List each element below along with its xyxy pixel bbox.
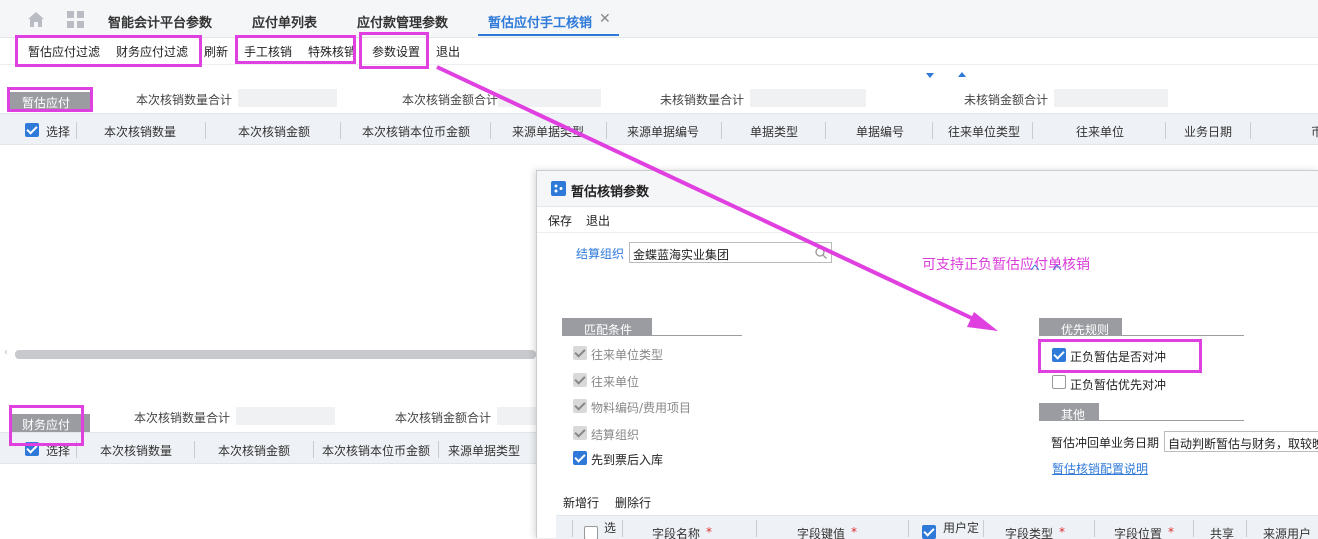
field-col-position-required: * — [1168, 525, 1174, 539]
field-col-select: 选 — [604, 521, 617, 535]
estimate-writeoff-params-dialog: 暂估核销参数 保存 退出 结算组织 金蝶蓝海实业集团 匹配条件 往来单位类型 往… — [536, 170, 1318, 539]
writeback-date-select[interactable]: 自动判断暂估与财务，取较晚 — [1164, 431, 1318, 452]
summary-unwritten-qty-value — [750, 89, 866, 107]
field-col-name-required: * — [706, 525, 712, 539]
match-material-checkbox[interactable] — [573, 399, 587, 413]
dialog-save-button[interactable]: 保存 — [548, 212, 572, 229]
add-row-button[interactable]: 新增行 — [563, 494, 599, 511]
collapse-down-icon[interactable] — [926, 73, 934, 78]
grid-icon[interactable] — [67, 11, 84, 28]
col-doc-type: 单据类型 — [750, 125, 799, 139]
field-col-name: 字段名称 — [652, 527, 701, 539]
bottom-summary-amount-label: 本次核销金额合计 — [395, 411, 492, 425]
highlight-offset-option — [1038, 339, 1202, 373]
col-select: 选择 — [46, 125, 71, 139]
close-icon[interactable]: ✕ — [599, 11, 611, 27]
field-col-key: 字段键值 — [797, 527, 846, 539]
delete-row-button[interactable]: 删除行 — [615, 494, 651, 511]
bottom-summary-qty-value — [236, 407, 335, 425]
invoice-before-receipt-label: 先到票后入库 — [591, 453, 664, 467]
field-col-key-required: * — [851, 525, 857, 539]
match-partner-type-label: 往来单位类型 — [591, 348, 664, 362]
settlement-org-value: 金蝶蓝海实业集团 — [633, 248, 730, 262]
writeback-date-label: 暂估冲回单业务日期 — [1051, 436, 1160, 450]
refresh-button[interactable]: 刷新 — [204, 43, 228, 60]
dialog-exit-button[interactable]: 退出 — [586, 212, 610, 229]
match-org-checkbox[interactable] — [573, 426, 587, 440]
col-biz-date: 业务日期 — [1184, 125, 1233, 139]
horizontal-scrollbar[interactable] — [15, 350, 536, 359]
field-col-type-required: * — [1059, 525, 1065, 539]
summary-unwritten-amount-label: 未核销金额合计 — [964, 93, 1049, 107]
col-amount: 本次核销金额 — [238, 125, 311, 139]
field-grid-header: 选 字段名称 * 字段键值 * 用户定 字段类型 * 字段位置 * 共享 来源用… — [556, 515, 1318, 539]
invoice-before-receipt-checkbox[interactable] — [573, 451, 587, 465]
field-col-position: 字段位置 — [1114, 527, 1163, 539]
bottom-col-source-type: 来源单据类型 — [448, 444, 521, 458]
prefer-offset-label: 正负暂估优先对冲 — [1070, 378, 1167, 392]
highlight-settings-button — [359, 32, 429, 69]
col-local-amount: 本次核销本位币金额 — [362, 125, 471, 139]
summary-qty-value — [238, 89, 337, 107]
dialog-titlebar — [537, 171, 1318, 207]
col-doc-no: 单据编号 — [856, 125, 905, 139]
field-col-source-user: 来源用户 — [1263, 527, 1312, 539]
highlight-finance-tag — [9, 405, 84, 446]
search-icon[interactable] — [815, 247, 827, 259]
summary-amount-label: 本次核销金额合计 — [402, 93, 499, 107]
highlight-writeoff-buttons — [235, 35, 356, 64]
match-partner-label: 往来单位 — [591, 375, 640, 389]
field-select-all-checkbox[interactable] — [584, 526, 598, 539]
tab-bar: 智能会计平台参数 应付单列表 应付款管理参数 暂估应付手工核销 ✕ — [0, 0, 1318, 38]
bottom-col-local-amount: 本次核销本位币金额 — [322, 444, 431, 458]
tab-ai-accounting-params[interactable]: 智能会计平台参数 — [108, 12, 212, 31]
tab-payable-params[interactable]: 应付款管理参数 — [357, 12, 448, 31]
match-conditions-header: 匹配条件 — [562, 318, 652, 337]
summary-unwritten-amount-value — [1054, 89, 1168, 107]
bottom-col-qty: 本次核销数量 — [100, 444, 173, 458]
highlight-filter-buttons — [15, 35, 202, 67]
field-col-type: 字段类型 — [1005, 527, 1054, 539]
prefer-offset-checkbox[interactable] — [1052, 375, 1066, 389]
match-material-label: 物料编码/费用项目 — [591, 401, 692, 415]
dialog-app-icon — [551, 181, 566, 196]
col-source-type: 来源单据类型 — [512, 125, 585, 139]
annotation-marks — [1030, 264, 1062, 271]
col-qty: 本次核销数量 — [104, 125, 177, 139]
summary-unwritten-qty-label: 未核销数量合计 — [660, 93, 745, 107]
field-col-user-defined: 用户定 — [943, 521, 980, 535]
help-link[interactable]: 暂估核销配置说明 — [1052, 460, 1148, 477]
scroll-left-icon[interactable]: ‹ — [4, 347, 8, 358]
collapse-up-icon[interactable] — [958, 72, 966, 77]
col-currency: 币 — [1311, 125, 1318, 139]
tab-payable-list[interactable]: 应付单列表 — [252, 12, 317, 31]
field-col-share: 共享 — [1210, 527, 1235, 539]
summary-qty-label: 本次核销数量合计 — [136, 93, 233, 107]
active-tab-indicator — [478, 34, 619, 36]
match-partner-type-checkbox[interactable] — [573, 346, 587, 360]
exit-button[interactable]: 退出 — [436, 43, 460, 60]
top-grid-header: 选择 本次核销数量 本次核销金额 本次核销本位币金额 来源单据类型 来源单据编号… — [0, 113, 1318, 145]
match-org-label: 结算组织 — [591, 428, 640, 442]
settlement-org-field[interactable]: 金蝶蓝海实业集团 — [629, 242, 832, 263]
dialog-title: 暂估核销参数 — [571, 185, 650, 200]
other-header: 其他 — [1039, 403, 1099, 422]
writeback-date-value: 自动判断暂估与财务，取较晚 — [1168, 437, 1318, 451]
user-defined-checkbox[interactable] — [922, 525, 936, 539]
select-all-checkbox[interactable] — [25, 123, 39, 137]
col-source-no: 来源单据编号 — [627, 125, 700, 139]
bottom-summary-amount-value — [497, 407, 537, 425]
home-icon[interactable] — [27, 11, 45, 28]
bottom-summary-qty-label: 本次核销数量合计 — [134, 411, 231, 425]
highlight-estimated-tag — [7, 87, 93, 112]
match-partner-checkbox[interactable] — [573, 373, 587, 387]
col-partner-type: 往来单位类型 — [948, 125, 1021, 139]
col-partner: 往来单位 — [1076, 125, 1125, 139]
tab-manual-writeoff[interactable]: 暂估应付手工核销 — [488, 12, 592, 31]
summary-amount-value — [498, 89, 601, 107]
bottom-col-amount: 本次核销金额 — [218, 444, 291, 458]
settlement-org-label: 结算组织 — [576, 247, 625, 261]
priority-rules-header: 优先规则 — [1039, 318, 1122, 337]
